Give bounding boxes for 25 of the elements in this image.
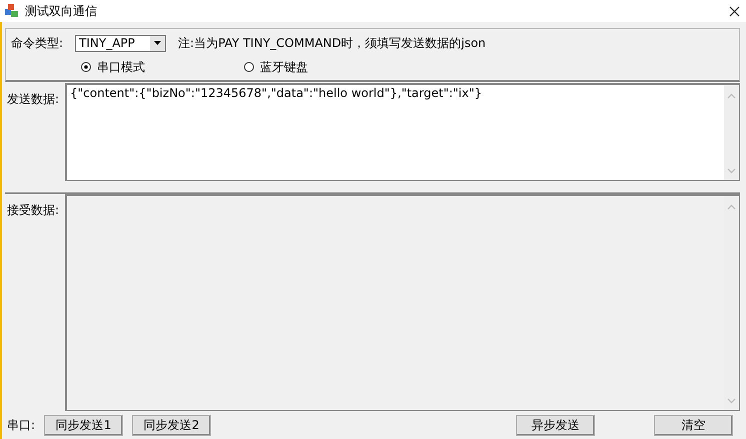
port-label: 串口: xyxy=(7,416,36,434)
scroll-down-icon[interactable] xyxy=(727,168,736,174)
scroll-down-icon[interactable] xyxy=(727,398,736,404)
send-text-area[interactable]: {"content":{"bizNo":"12345678","data":"hello world"},"target":"ix"} xyxy=(65,83,740,181)
command-dropdown[interactable]: TINY_APP xyxy=(75,34,166,52)
window-title: 测试双向通信 xyxy=(25,2,98,20)
action-button[interactable]: 同步发送2 xyxy=(132,414,212,436)
note-text: 注:当为PAY TINY_COMMAND时，须填写发送数据的json xyxy=(178,34,486,52)
receive-text-area[interactable] xyxy=(65,194,740,411)
app-icon xyxy=(4,3,20,19)
radio-button[interactable]: 蓝牙键盘 xyxy=(244,58,407,76)
field-label: 命令类型: xyxy=(11,34,64,52)
close-icon[interactable] xyxy=(729,6,740,16)
scrollbar[interactable] xyxy=(724,85,739,180)
scroll-up-icon[interactable] xyxy=(727,204,736,210)
field-label: 接受数据: xyxy=(6,202,60,219)
radio-icon[interactable] xyxy=(81,62,91,72)
action-button[interactable]: 同步发送1 xyxy=(44,414,124,436)
action-button[interactable]: 清空 xyxy=(654,414,733,436)
caret-icon xyxy=(154,41,162,45)
radio-icon[interactable] xyxy=(244,62,254,72)
field-label: 发送数据: xyxy=(6,91,60,108)
radio-button[interactable]: 串口模式 xyxy=(81,58,244,76)
action-button[interactable]: 异步发送 xyxy=(516,414,595,436)
scroll-up-icon[interactable] xyxy=(727,93,736,99)
